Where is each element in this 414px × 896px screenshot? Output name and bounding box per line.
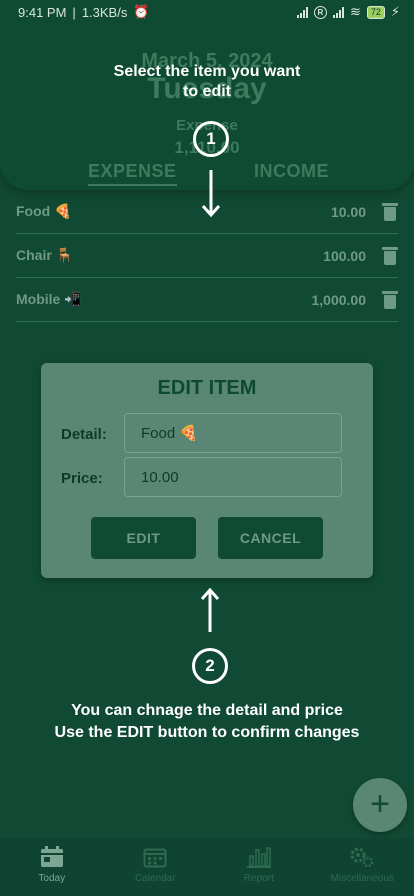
cell-signal-2-icon: [332, 6, 344, 18]
item-price: 10.00: [330, 203, 366, 220]
item-price: 100.00: [323, 247, 366, 264]
instruction-step-1: Select the item you want to edit: [113, 63, 301, 100]
tab-income[interactable]: INCOME: [254, 161, 329, 182]
network-speed: 1.3KB/s: [81, 4, 128, 20]
nav-item-today[interactable]: Today: [0, 838, 104, 896]
item-detail: Chair 🪑: [16, 247, 74, 263]
nav-item-miscellaneous[interactable]: Miscellaneous: [311, 838, 414, 896]
charging-icon: ⚡: [390, 4, 400, 19]
detail-label: Detail:: [61, 426, 107, 443]
roaming-icon: R: [313, 5, 327, 19]
cell-signal-icon: [296, 6, 308, 18]
cancel-button[interactable]: CANCEL: [218, 517, 323, 559]
status-bar: 9:41 PM | 1.3KB/s ⏰ R ≋ 72 ⚡: [18, 4, 400, 20]
arrow-down-icon: [201, 170, 221, 218]
nav-item-calendar[interactable]: Calendar: [104, 838, 208, 896]
nav-label: Calendar: [134, 873, 176, 884]
price-label: Price:: [61, 470, 103, 487]
trash-icon[interactable]: [382, 246, 398, 265]
battery-icon: 72: [366, 5, 385, 19]
dialog-title: EDIT ITEM: [157, 377, 257, 399]
calendar-grid-icon: [143, 848, 167, 868]
edit-button[interactable]: EDIT: [91, 517, 196, 559]
bar-chart-icon: [246, 847, 271, 868]
instruction-step-2: You can chnage the detail and price Use …: [54, 702, 360, 741]
detail-input[interactable]: [124, 413, 342, 453]
calendar-day-icon: [40, 846, 63, 867]
list-item[interactable]: Mobile 📲 1,000.00: [16, 278, 398, 322]
trash-icon[interactable]: [382, 290, 398, 309]
item-price: 1,000.00: [311, 291, 367, 308]
tab-expense[interactable]: EXPENSE: [88, 161, 177, 186]
nav-label: Today: [38, 873, 66, 884]
nav-label: Miscellaneous: [330, 873, 394, 884]
step-1-badge: 1: [193, 121, 229, 157]
add-item-button[interactable]: +: [353, 778, 407, 832]
bottom-nav: Today Calendar Report Miscellaneous: [0, 838, 414, 896]
price-input[interactable]: [124, 457, 342, 497]
nav-item-report[interactable]: Report: [207, 838, 311, 896]
edit-item-dialog: EDIT ITEM Detail: Price: EDIT CANCEL: [41, 363, 373, 578]
status-time: 9:41 PM: [18, 4, 67, 20]
step-2-badge: 2: [192, 648, 228, 684]
item-detail: Food 🍕: [16, 203, 72, 219]
alarm-icon: ⏰: [133, 4, 150, 19]
arrow-up-icon: [200, 587, 220, 632]
gears-icon: [350, 847, 374, 868]
wifi-icon: ≋: [349, 4, 361, 19]
item-detail: Mobile 📲: [16, 291, 82, 307]
nav-label: Report: [243, 873, 274, 884]
list-item[interactable]: Chair 🪑 100.00: [16, 234, 398, 278]
trash-icon[interactable]: [382, 202, 398, 221]
